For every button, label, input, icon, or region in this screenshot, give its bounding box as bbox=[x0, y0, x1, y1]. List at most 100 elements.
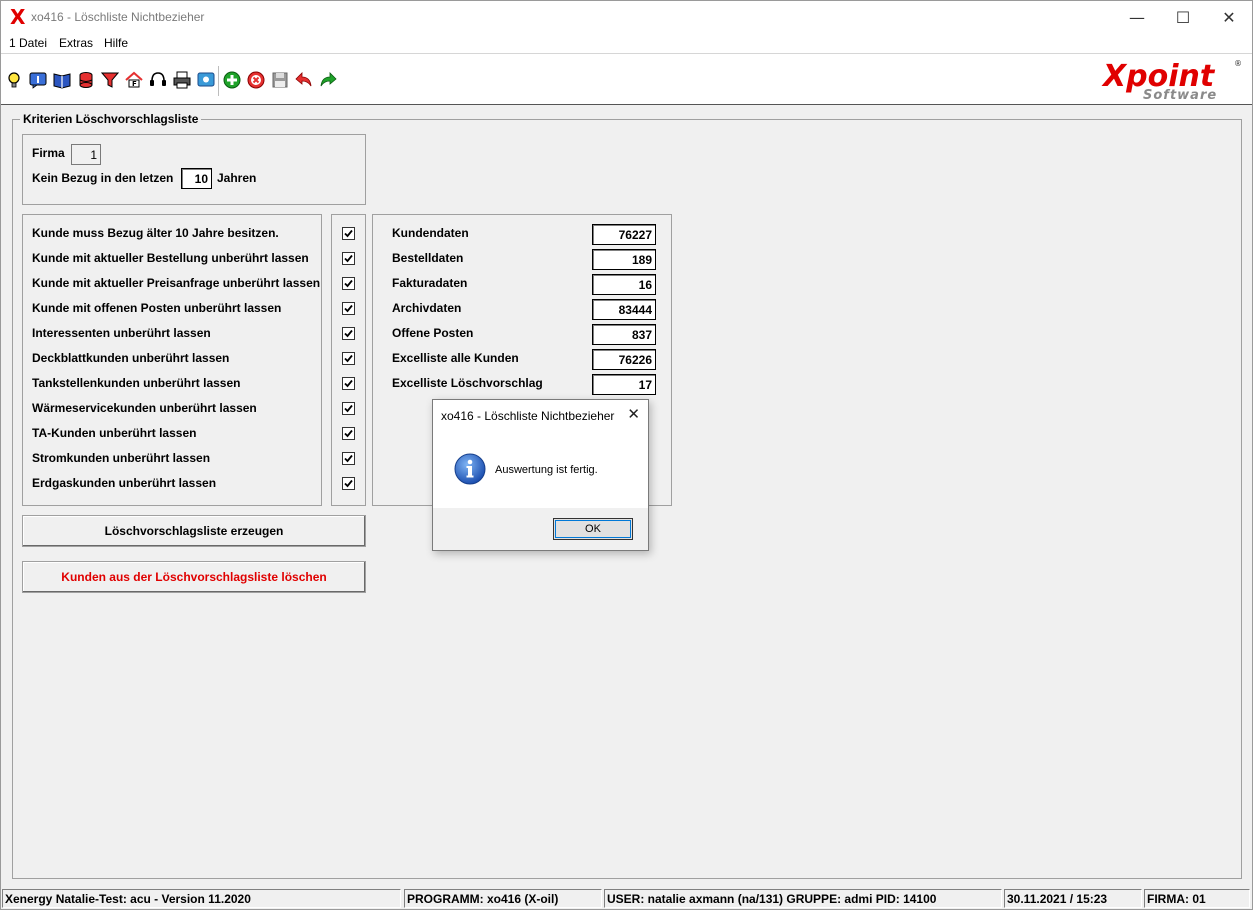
count-field[interactable]: 17 bbox=[592, 374, 656, 395]
dialog-close-button[interactable]: ✕ bbox=[627, 405, 640, 423]
firma-field: 1 bbox=[71, 144, 101, 165]
info-icon bbox=[454, 453, 486, 488]
logo-registered-mark: ® bbox=[1234, 59, 1242, 68]
lightbulb-icon[interactable] bbox=[5, 71, 23, 89]
option-label: Deckblattkunden unberührt lassen bbox=[32, 351, 230, 365]
dialog-title: xo416 - Löschliste Nichtbezieher bbox=[441, 409, 615, 423]
option-label: Kunde mit offenen Posten unberührt lasse… bbox=[32, 301, 282, 315]
checkmark-icon bbox=[344, 279, 353, 288]
option-label: Tankstellenkunden unberührt lassen bbox=[32, 376, 241, 390]
criteria-group-title: Kriterien Löschvorschlagsliste bbox=[20, 112, 202, 126]
dialog-message: Auswertung ist fertig. bbox=[495, 464, 598, 476]
count-field[interactable]: 76227 bbox=[592, 224, 656, 245]
count-label: Excelliste alle Kunden bbox=[392, 351, 519, 365]
undo-icon[interactable] bbox=[295, 71, 313, 89]
book-icon[interactable] bbox=[53, 71, 71, 89]
option-label: Kunde muss Bezug älter 10 Jahre besitzen… bbox=[32, 226, 279, 240]
count-label: Fakturadaten bbox=[392, 276, 468, 290]
monitor-icon[interactable] bbox=[197, 71, 215, 89]
count-field[interactable]: 16 bbox=[592, 274, 656, 295]
option-checkbox[interactable] bbox=[342, 477, 355, 490]
count-label: Excelliste Löschvorschlag bbox=[392, 376, 543, 390]
cancel-icon[interactable] bbox=[247, 71, 265, 89]
menu-bar: 1 Datei Extras Hilfe bbox=[1, 33, 1252, 53]
kein-bezug-label: Kein Bezug in den letzen bbox=[32, 171, 174, 185]
minimize-button[interactable]: — bbox=[1114, 1, 1160, 33]
toolbar-separator bbox=[218, 66, 219, 96]
title-bar: X xo416 - Löschliste Nichtbezieher — ☐ ✕ bbox=[1, 1, 1252, 33]
option-label: Kunde mit aktueller Bestellung unberührt… bbox=[32, 251, 309, 265]
status-firma: FIRMA: 01 bbox=[1144, 889, 1250, 908]
option-checkbox[interactable] bbox=[342, 377, 355, 390]
status-bar: Xenergy Natalie-Test: acu - Version 11.2… bbox=[1, 887, 1252, 909]
status-datetime: 30.11.2021 / 15:23 bbox=[1004, 889, 1142, 908]
logo-subtext: Software bbox=[1143, 88, 1217, 103]
database-icon[interactable] bbox=[77, 71, 95, 89]
headset-icon[interactable] bbox=[149, 71, 167, 89]
checkmark-icon bbox=[344, 454, 353, 463]
menu-datei[interactable]: 1 Datei bbox=[9, 36, 47, 50]
firma-panel: Firma 1 Kein Bezug in den letzen 10 Jahr… bbox=[22, 134, 366, 205]
main-window: X xo416 - Löschliste Nichtbezieher — ☐ ✕… bbox=[0, 0, 1253, 910]
option-checkbox[interactable] bbox=[342, 327, 355, 340]
count-field[interactable]: 189 bbox=[592, 249, 656, 270]
status-user: USER: natalie axmann (na/131) GRUPPE: ad… bbox=[604, 889, 1002, 908]
save-icon[interactable] bbox=[271, 71, 289, 89]
option-checkbox[interactable] bbox=[342, 302, 355, 315]
option-checkbox[interactable] bbox=[342, 452, 355, 465]
option-checkbox[interactable] bbox=[342, 427, 355, 440]
option-label: Wärmeservicekunden unberührt lassen bbox=[32, 401, 257, 415]
option-checkbox[interactable] bbox=[342, 402, 355, 415]
maximize-button[interactable]: ☐ bbox=[1160, 1, 1206, 33]
count-label: Bestelldaten bbox=[392, 251, 464, 265]
delete-customers-button[interactable]: Kunden aus der Löschvorschlagsliste lösc… bbox=[22, 561, 366, 593]
menu-hilfe[interactable]: Hilfe bbox=[104, 36, 128, 50]
svg-text:F: F bbox=[132, 80, 137, 88]
count-label: Archivdaten bbox=[392, 301, 462, 315]
option-label: TA-Kunden unberührt lassen bbox=[32, 426, 197, 440]
add-icon[interactable] bbox=[223, 71, 241, 89]
option-label: Erdgaskunden unberührt lassen bbox=[32, 476, 217, 490]
checkmark-icon bbox=[344, 254, 353, 263]
checkmark-icon bbox=[344, 354, 353, 363]
printer-icon[interactable] bbox=[173, 71, 191, 89]
dialog-footer: OK bbox=[433, 508, 648, 550]
count-label: Offene Posten bbox=[392, 326, 474, 340]
checkmark-icon bbox=[344, 479, 353, 488]
option-label: Stromkunden unberührt lassen bbox=[32, 451, 211, 465]
checkbox-panel bbox=[331, 214, 366, 506]
checkmark-icon bbox=[344, 404, 353, 413]
close-button[interactable]: ✕ bbox=[1206, 1, 1252, 33]
option-checkbox[interactable] bbox=[342, 277, 355, 290]
count-label: Kundendaten bbox=[392, 226, 469, 240]
options-panel: Kunde muss Bezug älter 10 Jahre besitzen… bbox=[22, 214, 322, 506]
checkmark-icon bbox=[344, 229, 353, 238]
checkmark-icon bbox=[344, 329, 353, 338]
jahren-label: Jahren bbox=[217, 171, 257, 185]
redo-icon[interactable] bbox=[319, 71, 337, 89]
count-field[interactable]: 837 bbox=[592, 324, 656, 345]
info-icon[interactable] bbox=[29, 71, 47, 89]
status-program: PROGRAMM: xo416 (X-oil) bbox=[404, 889, 602, 908]
status-system: Xenergy Natalie-Test: acu - Version 11.2… bbox=[2, 889, 401, 908]
firma-label: Firma bbox=[32, 146, 65, 160]
option-checkbox[interactable] bbox=[342, 227, 355, 240]
filter-icon[interactable] bbox=[101, 71, 119, 89]
count-field[interactable]: 83444 bbox=[592, 299, 656, 320]
checkmark-icon bbox=[344, 304, 353, 313]
option-checkbox[interactable] bbox=[342, 352, 355, 365]
menu-extras[interactable]: Extras bbox=[59, 36, 93, 50]
count-field[interactable]: 76226 bbox=[592, 349, 656, 370]
option-label: Interessenten unberührt lassen bbox=[32, 326, 211, 340]
xpoint-logo: Xpoint Software ® bbox=[1101, 56, 1243, 103]
message-dialog: xo416 - Löschliste Nichtbezieher ✕ Auswe… bbox=[432, 399, 649, 551]
checkmark-icon bbox=[344, 429, 353, 438]
checkmark-icon bbox=[344, 379, 353, 388]
create-list-button[interactable]: Löschvorschlagsliste erzeugen bbox=[22, 515, 366, 547]
home-icon[interactable]: F bbox=[125, 71, 143, 89]
option-checkbox[interactable] bbox=[342, 252, 355, 265]
jahre-input[interactable]: 10 bbox=[181, 168, 212, 189]
window-title: xo416 - Löschliste Nichtbezieher bbox=[31, 10, 205, 24]
option-label: Kunde mit aktueller Preisanfrage unberüh… bbox=[32, 276, 321, 290]
ok-button[interactable]: OK bbox=[553, 518, 633, 540]
